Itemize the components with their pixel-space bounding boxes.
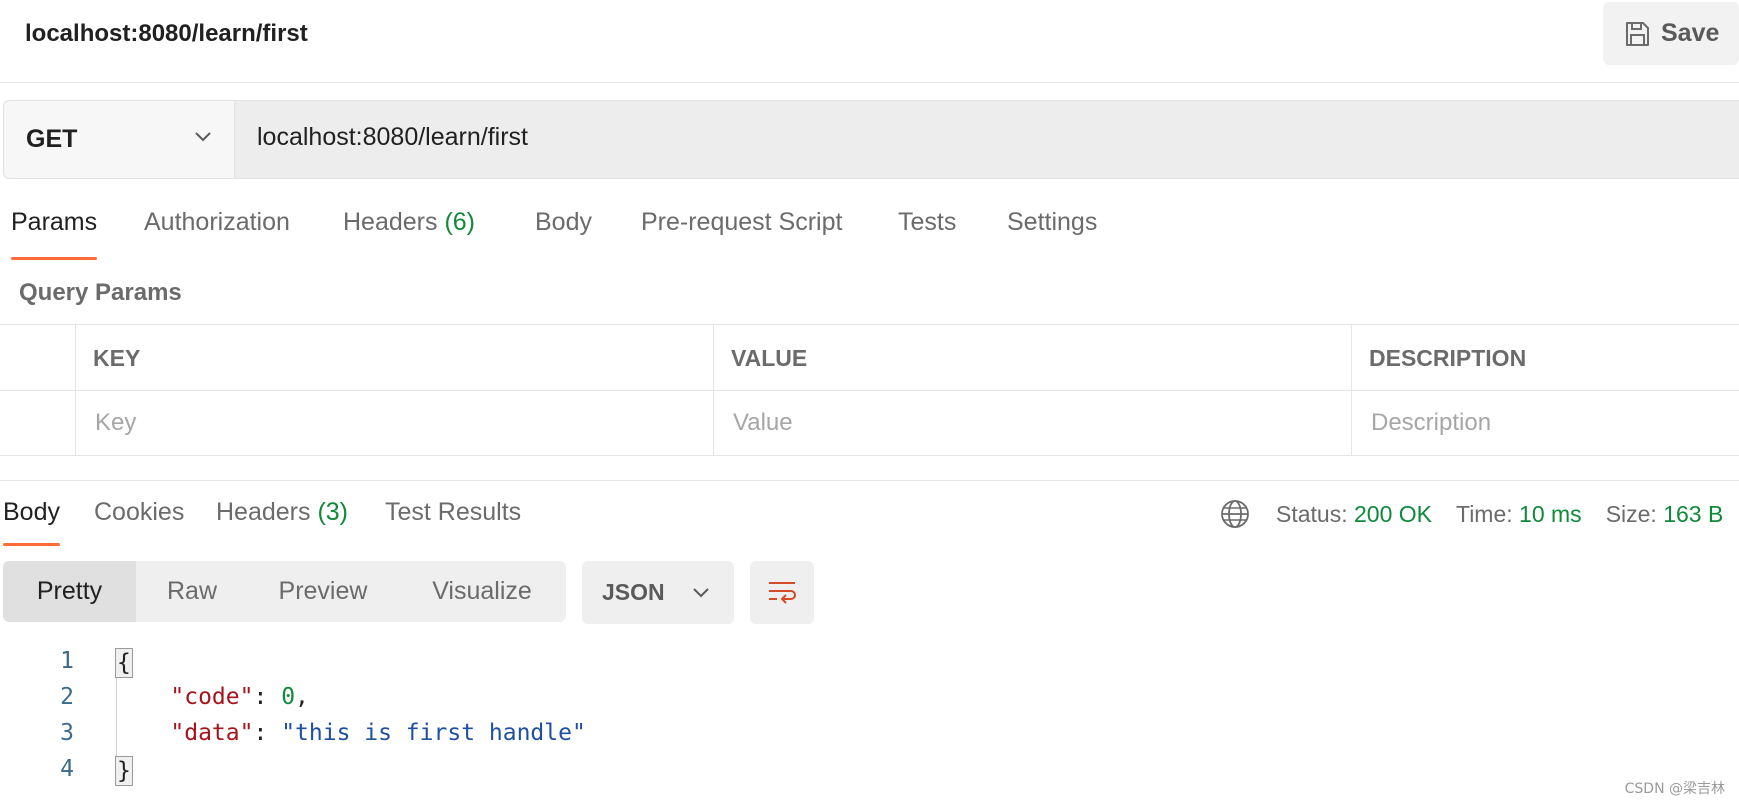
- save-icon: [1626, 21, 1649, 46]
- format-value: JSON: [602, 579, 665, 605]
- request-header: localhost:8080/learn/first Save: [0, 0, 1739, 83]
- time-value[interactable]: 10 ms: [1519, 501, 1582, 528]
- status-value[interactable]: 200 OK: [1354, 501, 1432, 528]
- watermark: CSDN @梁吉林: [1624, 781, 1725, 797]
- method-value: GET: [26, 125, 78, 153]
- response-divider[interactable]: [0, 480, 1739, 481]
- response-tab-body[interactable]: Body: [3, 498, 60, 546]
- json-key: "data": [170, 720, 254, 746]
- code-line-content: {: [115, 648, 133, 678]
- column-divider: [75, 325, 76, 456]
- tab-settings[interactable]: Settings: [1007, 208, 1097, 260]
- value-input[interactable]: Value: [733, 409, 793, 437]
- tab-headers[interactable]: Headers (6): [343, 208, 475, 260]
- column-divider: [1351, 325, 1352, 456]
- tab-pre-request-script[interactable]: Pre-request Script: [641, 208, 842, 260]
- view-mode-tabs: Pretty Raw Preview Visualize: [3, 561, 566, 622]
- query-params-table: KEY VALUE DESCRIPTION Key Value Descript…: [0, 324, 1739, 456]
- url-input[interactable]: localhost:8080/learn/first: [257, 123, 528, 152]
- table-divider: [0, 390, 1739, 391]
- save-button-label: Save: [1661, 19, 1720, 47]
- column-header-key: KEY: [93, 345, 141, 371]
- response-tab-test-results[interactable]: Test Results: [385, 498, 521, 546]
- view-mode-raw[interactable]: Raw: [136, 561, 248, 622]
- code-line-content: "code": 0,: [170, 684, 309, 710]
- request-title[interactable]: localhost:8080/learn/first: [25, 20, 308, 48]
- chevron-down-icon: [195, 132, 211, 142]
- code-line: 1 {: [0, 648, 900, 684]
- wrap-lines-icon: [769, 581, 796, 604]
- wrap-lines-button[interactable]: [750, 561, 814, 624]
- json-string: "this is first handle": [281, 720, 586, 746]
- code-line-content: }: [115, 756, 133, 786]
- tab-headers-label: Headers: [343, 208, 438, 236]
- brace-open: {: [115, 648, 133, 678]
- chevron-down-icon: [693, 588, 709, 598]
- size-value[interactable]: 163 B: [1663, 501, 1723, 528]
- json-key: "code": [170, 684, 254, 710]
- response-tabs: Body Cookies Headers (3) Test Results: [0, 498, 1100, 546]
- json-number: 0: [281, 684, 296, 710]
- tab-body[interactable]: Body: [535, 208, 592, 260]
- code-line-content: "data": "this is first handle": [170, 720, 586, 746]
- description-input[interactable]: Description: [1371, 409, 1491, 437]
- view-mode-visualize[interactable]: Visualize: [398, 561, 566, 622]
- column-header-value: VALUE: [731, 345, 808, 371]
- view-mode-preview[interactable]: Preview: [248, 561, 398, 622]
- request-tabs: Params Authorization Headers (6) Body Pr…: [0, 208, 1739, 260]
- key-input[interactable]: Key: [95, 409, 136, 437]
- save-button[interactable]: Save: [1603, 2, 1739, 65]
- response-status: Status: 200 OK Time: 10 ms Size: 163 B: [1220, 498, 1723, 530]
- format-select[interactable]: JSON: [582, 561, 734, 624]
- response-tab-headers-count: (3): [317, 498, 349, 526]
- column-header-description: DESCRIPTION: [1369, 345, 1527, 371]
- code-line: 2 "code": 0,: [0, 684, 900, 720]
- tab-headers-count: (6): [444, 208, 476, 236]
- brace-close: }: [115, 756, 133, 786]
- size-label: Size:: [1605, 500, 1657, 527]
- tab-params[interactable]: Params: [11, 208, 98, 260]
- line-number: 3: [60, 720, 74, 746]
- response-tab-headers[interactable]: Headers (3): [216, 498, 348, 546]
- method-select[interactable]: GET: [4, 101, 235, 178]
- line-number: 4: [60, 756, 74, 782]
- column-divider: [713, 325, 714, 456]
- code-line: 3 "data": "this is first handle": [0, 720, 900, 756]
- url-bar: GET localhost:8080/learn/first: [3, 100, 1739, 179]
- tab-tests[interactable]: Tests: [898, 208, 956, 260]
- tab-authorization[interactable]: Authorization: [144, 208, 290, 260]
- line-number: 2: [60, 684, 74, 710]
- globe-icon[interactable]: [1220, 499, 1250, 529]
- status-label: Status:: [1276, 500, 1348, 527]
- response-tab-cookies[interactable]: Cookies: [94, 498, 184, 546]
- code-line: 4 }: [0, 756, 900, 792]
- line-number: 1: [60, 648, 74, 674]
- response-tab-headers-label: Headers: [216, 498, 311, 526]
- query-params-title: Query Params: [19, 279, 182, 306]
- time-label: Time:: [1456, 500, 1513, 527]
- view-mode-pretty[interactable]: Pretty: [3, 561, 136, 622]
